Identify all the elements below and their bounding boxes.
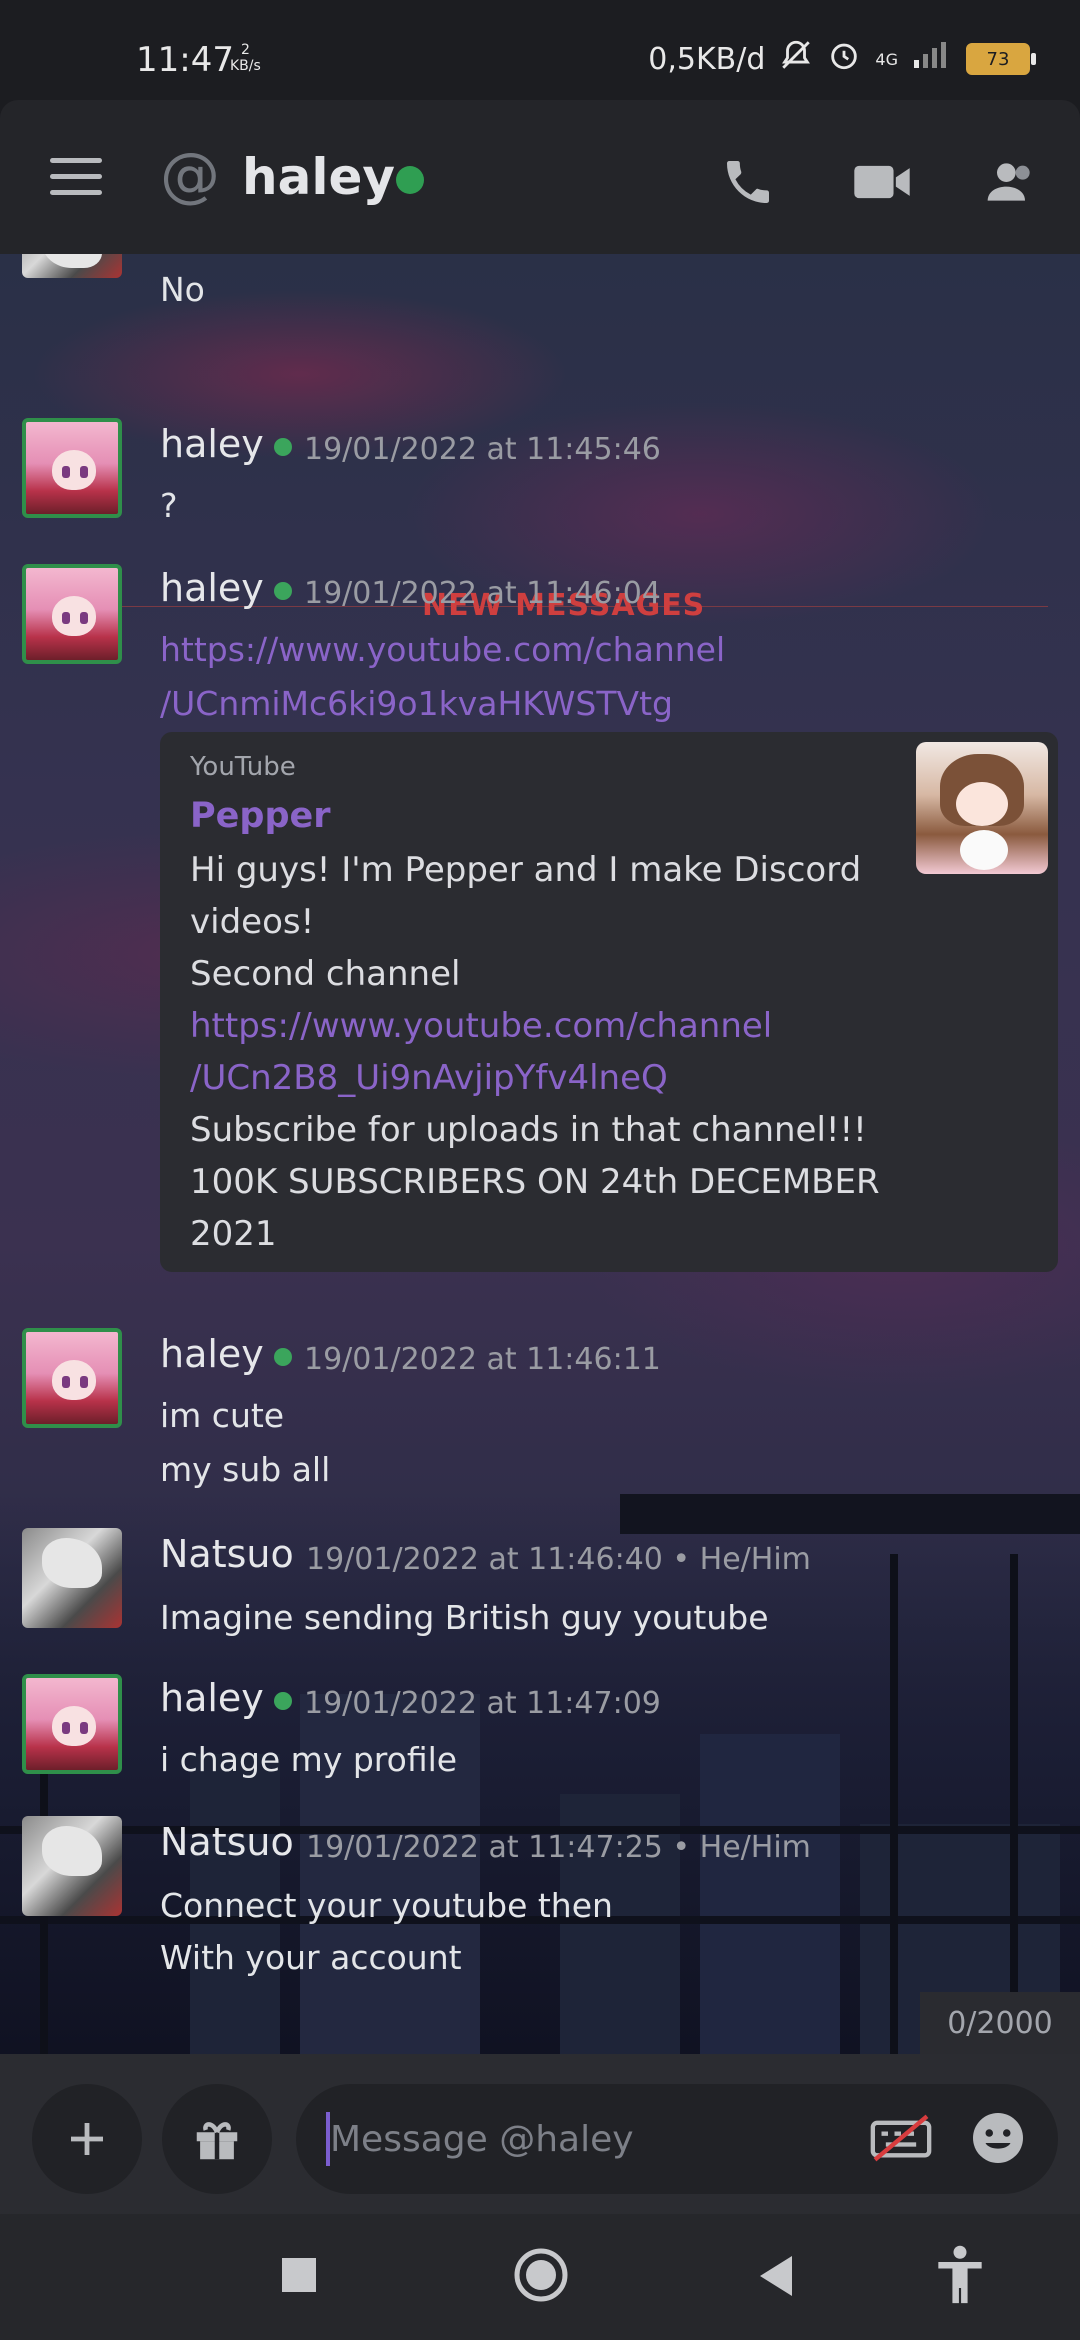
message-text: i chage my profile bbox=[160, 1740, 458, 1779]
message-author[interactable]: haley bbox=[160, 1676, 292, 1720]
embed-link[interactable]: /UCn2B8_Ui9nAvjipYfv4lneQ bbox=[190, 1052, 890, 1104]
message-timestamp: 19/01/2022 at 11:46:04 bbox=[304, 576, 661, 611]
message-input[interactable] bbox=[328, 2108, 832, 2170]
message-text: Connect your youtube then bbox=[160, 1886, 613, 1925]
message-link[interactable]: https://www.youtube.com/channel bbox=[160, 630, 725, 669]
embed-line: 100K SUBSCRIBERS ON 24th DECEMBER bbox=[190, 1162, 880, 1202]
network-speed-unit: KB/s bbox=[230, 58, 261, 74]
phone-icon[interactable] bbox=[720, 154, 776, 214]
gift-button[interactable] bbox=[162, 2084, 272, 2194]
embed-line: Second channel bbox=[190, 954, 461, 994]
network-type: 4G bbox=[875, 49, 898, 69]
alarm-icon bbox=[827, 38, 861, 80]
message-text: im cute bbox=[160, 1396, 285, 1435]
message-author[interactable]: haley bbox=[160, 566, 292, 610]
back-button[interactable] bbox=[756, 2254, 796, 2302]
avatar[interactable] bbox=[22, 1528, 122, 1628]
message-text: Imagine sending British guy youtube bbox=[160, 1598, 769, 1637]
message-timestamp: 19/01/2022 at 11:47:09 bbox=[304, 1686, 661, 1721]
add-attachment-button[interactable] bbox=[32, 2084, 142, 2194]
online-indicator bbox=[273, 1691, 292, 1710]
menu-icon[interactable] bbox=[50, 158, 102, 196]
data-rate: 0,5KB/d bbox=[648, 41, 766, 77]
message-text: my sub all bbox=[160, 1450, 331, 1489]
embed-provider: YouTube bbox=[190, 752, 296, 782]
emoji-icon[interactable] bbox=[968, 2108, 1028, 2172]
message-text: With your account bbox=[160, 1938, 462, 1977]
home-button[interactable] bbox=[512, 2246, 570, 2308]
message-timestamp: 19/01/2022 at 11:46:40 • He/Him bbox=[306, 1542, 811, 1577]
message-input-wrapper bbox=[296, 2084, 1058, 2194]
avatar[interactable] bbox=[22, 1674, 122, 1774]
mute-icon bbox=[779, 38, 813, 80]
char-counter: 0/2000 bbox=[920, 1992, 1080, 2054]
avatar[interactable] bbox=[22, 1816, 122, 1916]
message-author[interactable]: Natsuo bbox=[160, 1820, 294, 1864]
avatar[interactable] bbox=[22, 1328, 122, 1428]
embed-link[interactable]: https://www.youtube.com/channel bbox=[190, 1000, 890, 1052]
system-nav-bar bbox=[0, 2214, 1080, 2340]
embed-line: Hi guys! I'm Pepper and I make Discord bbox=[190, 850, 862, 890]
embed-description: Hi guys! I'm Pepper and I make Discord v… bbox=[190, 844, 890, 1260]
message-author[interactable]: Natsuo bbox=[160, 1532, 294, 1576]
message-composer bbox=[0, 2054, 1080, 2214]
message-timestamp: 19/01/2022 at 11:46:11 bbox=[304, 1342, 661, 1377]
avatar[interactable] bbox=[22, 564, 122, 664]
message-timestamp: 19/01/2022 at 11:47:25 • He/Him bbox=[306, 1830, 811, 1865]
message-list[interactable]: No NEW MESSAGES haley 19/01/2022 at 11:4… bbox=[0, 254, 1080, 2054]
online-indicator bbox=[273, 437, 292, 456]
message-author[interactable]: haley bbox=[160, 422, 292, 466]
message-timestamp: 19/01/2022 at 11:45:46 bbox=[304, 432, 661, 467]
recents-button[interactable] bbox=[282, 2258, 316, 2296]
link-embed: YouTube Pepper Hi guys! I'm Pepper and I… bbox=[160, 732, 1058, 1272]
keyboard-off-icon[interactable] bbox=[868, 2112, 934, 2168]
online-indicator bbox=[273, 581, 292, 600]
status-globe-icon bbox=[396, 166, 424, 194]
avatar[interactable] bbox=[22, 254, 122, 278]
embed-title[interactable]: Pepper bbox=[190, 796, 331, 836]
video-icon[interactable] bbox=[852, 154, 912, 214]
accessibility-icon[interactable] bbox=[934, 2244, 986, 2310]
dm-header: @ haley bbox=[0, 100, 1080, 254]
battery-icon: 73 bbox=[966, 43, 1036, 75]
at-icon: @ bbox=[160, 140, 220, 210]
embed-line: Subscribe for uploads in that channel!!! bbox=[190, 1110, 867, 1150]
message-text: No bbox=[160, 270, 205, 309]
message-text: ? bbox=[160, 486, 178, 525]
embed-line: 2021 bbox=[190, 1214, 277, 1254]
message-author[interactable]: haley bbox=[160, 1332, 292, 1376]
gift-icon bbox=[196, 2122, 238, 2160]
plus-icon bbox=[71, 2123, 103, 2155]
status-bar: 11:47 2 KB/s 0,5KB/d 4G 73 bbox=[0, 0, 1080, 100]
network-speed-value: 2 bbox=[240, 42, 250, 58]
channel-title: haley bbox=[242, 148, 395, 206]
members-icon[interactable] bbox=[982, 154, 1040, 214]
message-link[interactable]: /UCnmiMc6ki9o1kvaHKWSTVtg bbox=[160, 684, 673, 723]
signal-icon bbox=[912, 40, 952, 78]
status-time: 11:47 bbox=[136, 40, 234, 80]
embed-line: videos! bbox=[190, 902, 315, 942]
online-indicator bbox=[273, 1347, 292, 1366]
embed-thumbnail[interactable] bbox=[916, 742, 1048, 874]
avatar[interactable] bbox=[22, 418, 122, 518]
network-speed: 2 KB/s bbox=[230, 42, 261, 74]
